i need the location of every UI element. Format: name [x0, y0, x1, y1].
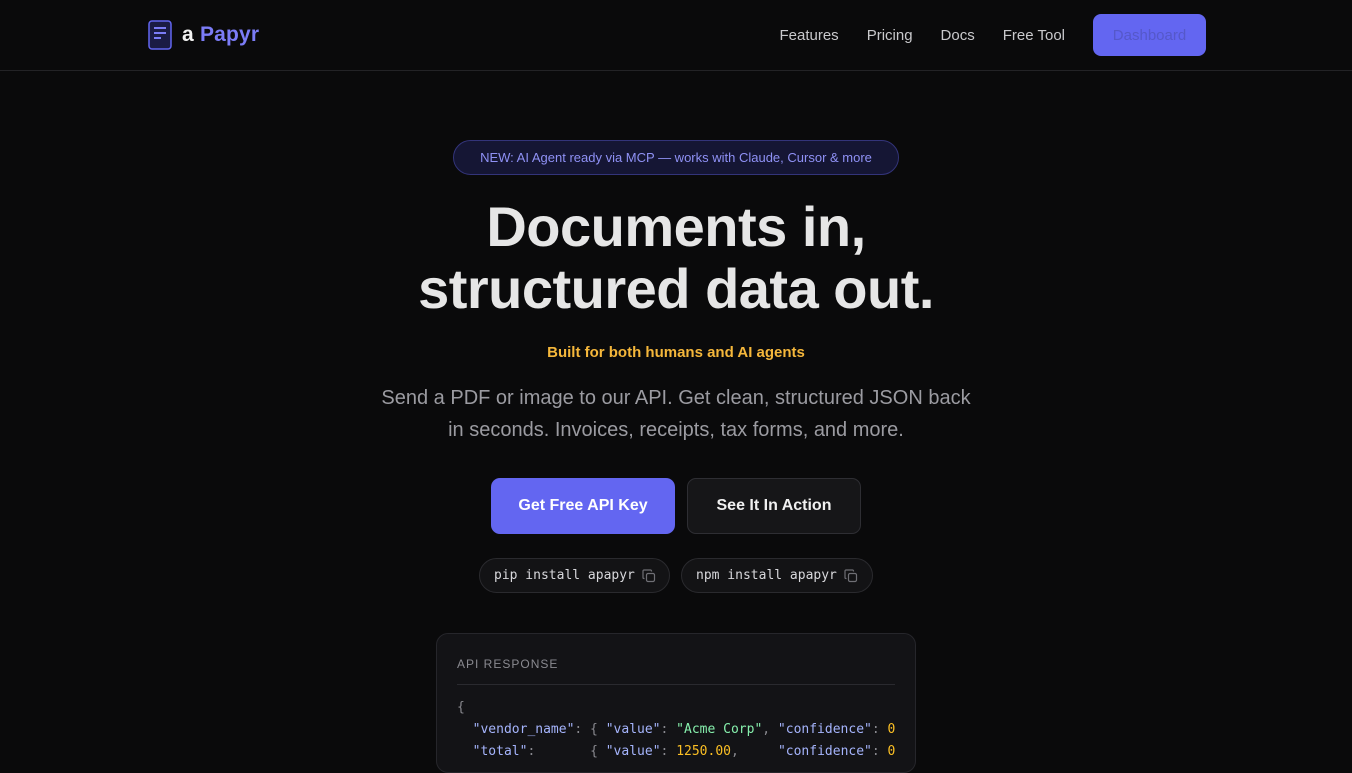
code-line-vendor: "vendor_name": { "value": "Acme Corp", "… [472, 722, 896, 737]
code-key-vendor: "vendor_name" [472, 722, 575, 737]
api-response-code: { "vendor_name": { "value": "Acme Corp",… [457, 697, 895, 763]
get-api-key-button[interactable]: Get Free API Key [491, 478, 675, 534]
hero-description: Send a PDF or image to our API. Get clea… [381, 387, 971, 441]
panel-divider [457, 684, 895, 685]
top-navbar: a Papyr Features Pricing Docs Free Tool … [0, 0, 1352, 71]
code-confidence-vendor: 0 [887, 722, 896, 737]
npm-install-command: npm install apapyr [696, 568, 837, 583]
document-icon [148, 20, 172, 50]
hero-tagline: Built for both humans and AI agents [547, 344, 805, 361]
code-value-total: 1250.00 [676, 744, 731, 759]
api-response-panel: API RESPONSE { "vendor_name": { "value":… [436, 633, 916, 773]
see-it-in-action-button[interactable]: See It In Action [687, 478, 861, 534]
code-key-total: "total" [472, 744, 528, 759]
nav-link-docs[interactable]: Docs [941, 27, 975, 44]
dashboard-button[interactable]: Dashboard [1093, 14, 1206, 56]
nav-link-free-tool[interactable]: Free Tool [1003, 27, 1065, 44]
hero-title-line-1: Documents in, [486, 195, 866, 258]
logo-prefix: a [182, 23, 194, 46]
logo-text: a Papyr [182, 23, 259, 47]
copy-icon[interactable] [642, 568, 656, 583]
logo[interactable]: a Papyr [148, 20, 259, 50]
announcement-badge[interactable]: NEW: AI Agent ready via MCP — works with… [453, 140, 899, 175]
hero-title: Documents in, structured data out. [0, 196, 1352, 320]
logo-name: Papyr [199, 23, 260, 46]
api-response-label: API RESPONSE [457, 657, 559, 671]
nav-link-pricing[interactable]: Pricing [867, 27, 913, 44]
npm-install-snippet[interactable]: npm install apapyr [681, 558, 873, 593]
code-value-vendor: "Acme Corp" [676, 722, 763, 737]
nav-links: Features Pricing Docs Free Tool Dashboar… [779, 14, 1206, 56]
pip-install-command: pip install apapyr [494, 568, 635, 583]
copy-icon[interactable] [844, 568, 858, 583]
code-confidence-total: 0 [887, 744, 895, 759]
code-line-total: "total": { "value": 1250.00, "confidence… [472, 744, 895, 759]
hero-title-line-2: structured data out. [418, 257, 934, 320]
pip-install-snippet[interactable]: pip install apapyr [479, 558, 670, 593]
code-open-brace: { [457, 700, 465, 715]
nav-link-features[interactable]: Features [779, 27, 838, 44]
